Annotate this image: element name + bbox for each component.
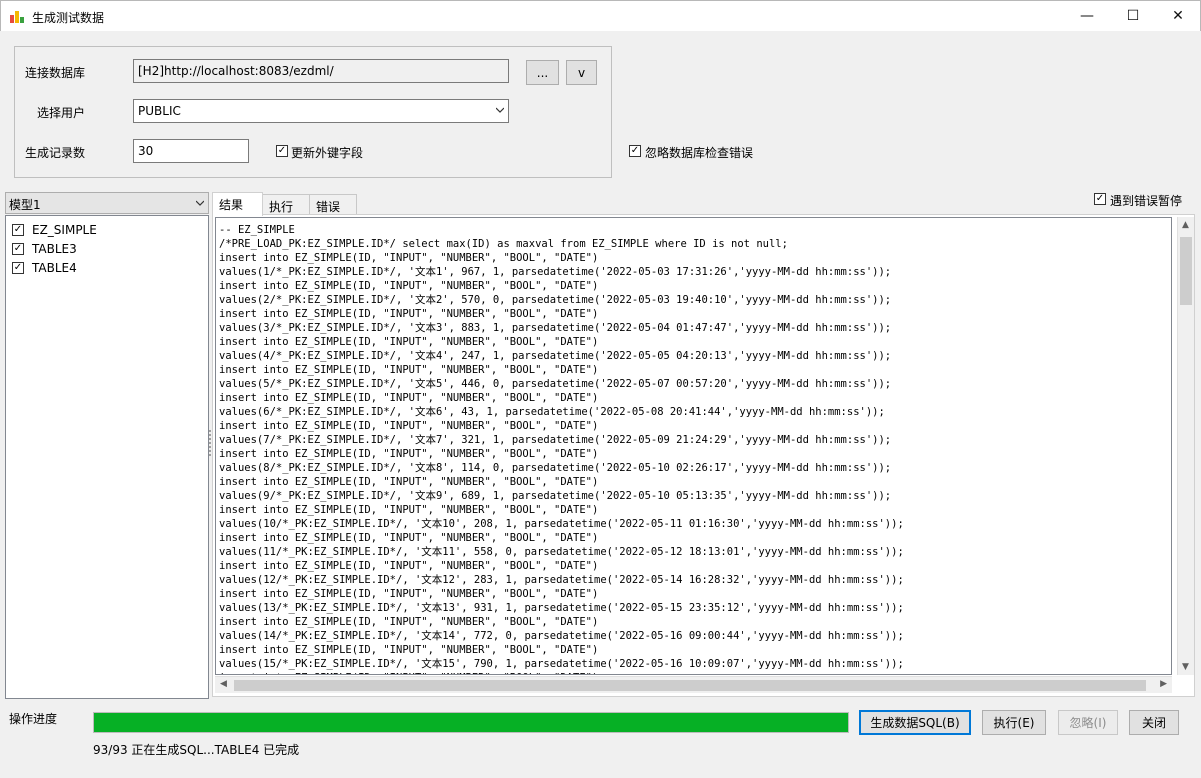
table-checklist: ✓ EZ_SIMPLE ✓ TABLE3 ✓ TABLE4 bbox=[5, 215, 209, 699]
table-checkbox[interactable]: ✓ bbox=[12, 224, 24, 236]
progress-label: 操作进度 bbox=[9, 712, 58, 726]
ignore-db-errors-checkbox[interactable]: ✓ bbox=[629, 145, 641, 157]
tab-result[interactable]: 结果 bbox=[212, 192, 263, 216]
sql-line: values(6/*_PK:EZ_SIMPLE.ID*/, '文本6', 43,… bbox=[219, 406, 885, 418]
generate-sql-button[interactable]: 生成数据SQL(B) bbox=[859, 710, 971, 735]
db-label: 连接数据库 bbox=[25, 66, 86, 80]
chevron-down-icon bbox=[496, 107, 504, 113]
scroll-thumb[interactable] bbox=[234, 680, 1146, 691]
close-window-button[interactable]: ✕ bbox=[1155, 1, 1201, 31]
table-checkbox[interactable]: ✓ bbox=[12, 262, 24, 274]
update-fk-label: 更新外键字段 bbox=[291, 146, 364, 160]
sql-line: insert into EZ_SIMPLE(ID, "INPUT", "NUMB… bbox=[219, 476, 599, 488]
tab-errors[interactable]: 错误 bbox=[309, 194, 357, 215]
ignore-button[interactable]: 忽略(I) bbox=[1058, 710, 1118, 735]
table-checkbox[interactable]: ✓ bbox=[12, 243, 24, 255]
update-fk-checkbox[interactable]: ✓ bbox=[276, 145, 288, 157]
sql-line: insert into EZ_SIMPLE(ID, "INPUT", "NUMB… bbox=[219, 616, 599, 628]
app-icon bbox=[10, 9, 24, 23]
sql-line: insert into EZ_SIMPLE(ID, "INPUT", "NUMB… bbox=[219, 671, 904, 674]
ignore-db-errors-label: 忽略数据库检查错误 bbox=[645, 146, 754, 160]
user-label: 选择用户 bbox=[37, 106, 86, 120]
user-select[interactable]: PUBLIC bbox=[133, 99, 509, 123]
check-icon: ✓ bbox=[630, 145, 640, 156]
sql-line: values(11/*_PK:EZ_SIMPLE.ID*/, '文本11', 5… bbox=[219, 546, 904, 558]
sql-line: values(7/*_PK:EZ_SIMPLE.ID*/, '文本7', 321… bbox=[219, 434, 892, 446]
title-bar: 生成测试数据 — ☐ ✕ bbox=[0, 0, 1201, 31]
vertical-scrollbar[interactable]: ▲ ▼ bbox=[1177, 217, 1194, 675]
browse-db-button[interactable]: ... bbox=[526, 60, 559, 85]
progress-fill bbox=[94, 713, 848, 732]
sql-line: values(2/*_PK:EZ_SIMPLE.ID*/, '文本2', 570… bbox=[219, 294, 892, 306]
model-select-value: 模型1 bbox=[9, 198, 41, 212]
result-panel: -- EZ_SIMPLE /*PRE_LOAD_PK:EZ_SIMPLE.ID*/… bbox=[212, 214, 1195, 697]
record-count-input[interactable]: 30 bbox=[133, 139, 249, 163]
db-url-field[interactable]: [H2]http://localhost:8083/ezdml/ bbox=[133, 59, 509, 83]
sql-output[interactable]: -- EZ_SIMPLE /*PRE_LOAD_PK:EZ_SIMPLE.ID*/… bbox=[215, 217, 1172, 675]
sql-line: insert into EZ_SIMPLE(ID, "INPUT", "NUMB… bbox=[219, 364, 599, 376]
sql-line: values(15/*_PK:EZ_SIMPLE.ID*/, '文本15', 7… bbox=[219, 658, 904, 670]
model-select[interactable]: 模型1 bbox=[5, 192, 209, 214]
execute-button[interactable]: 执行(E) bbox=[982, 710, 1046, 735]
sql-line: values(1/*_PK:EZ_SIMPLE.ID*/, '文本1', 967… bbox=[219, 266, 892, 278]
sql-line: insert into EZ_SIMPLE(ID, "INPUT", "NUMB… bbox=[219, 280, 599, 292]
sql-line: insert into EZ_SIMPLE(ID, "INPUT", "NUMB… bbox=[219, 560, 599, 572]
sql-line: insert into EZ_SIMPLE(ID, "INPUT", "NUMB… bbox=[219, 532, 599, 544]
check-icon: ✓ bbox=[277, 145, 287, 156]
check-icon: ✓ bbox=[13, 224, 23, 235]
tab-execute[interactable]: 执行 bbox=[262, 194, 310, 215]
sql-line: insert into EZ_SIMPLE(ID, "INPUT", "NUMB… bbox=[219, 308, 599, 320]
sql-text: -- EZ_SIMPLE /*PRE_LOAD_PK:EZ_SIMPLE.ID*/… bbox=[219, 223, 904, 674]
scroll-right-icon[interactable]: ▶ bbox=[1160, 679, 1167, 689]
pause-on-error-checkbox[interactable]: ✓ bbox=[1094, 193, 1106, 205]
sql-line: insert into EZ_SIMPLE(ID, "INPUT", "NUMB… bbox=[219, 588, 599, 600]
sql-line: /*PRE_LOAD_PK:EZ_SIMPLE.ID*/ select max(… bbox=[219, 238, 788, 250]
sql-line: values(12/*_PK:EZ_SIMPLE.ID*/, '文本12', 2… bbox=[219, 574, 904, 586]
sql-line: insert into EZ_SIMPLE(ID, "INPUT", "NUMB… bbox=[219, 448, 599, 460]
sql-line: values(9/*_PK:EZ_SIMPLE.ID*/, '文本9', 689… bbox=[219, 490, 892, 502]
progress-status: 93/93 正在生成SQL...TABLE4 已完成 bbox=[93, 743, 300, 757]
scroll-up-icon[interactable]: ▲ bbox=[1182, 220, 1189, 230]
scroll-left-icon[interactable]: ◀ bbox=[220, 679, 227, 689]
check-icon: ✓ bbox=[13, 243, 23, 254]
pause-on-error-label: 遇到错误暂停 bbox=[1110, 194, 1183, 208]
table-name: EZ_SIMPLE bbox=[32, 223, 97, 237]
sql-line: values(13/*_PK:EZ_SIMPLE.ID*/, '文本13', 9… bbox=[219, 602, 904, 614]
sql-line: values(14/*_PK:EZ_SIMPLE.ID*/, '文本14', 7… bbox=[219, 630, 904, 642]
maximize-button[interactable]: ☐ bbox=[1110, 1, 1156, 31]
sql-line: insert into EZ_SIMPLE(ID, "INPUT", "NUMB… bbox=[219, 644, 599, 656]
sql-line: values(8/*_PK:EZ_SIMPLE.ID*/, '文本8', 114… bbox=[219, 462, 892, 474]
scroll-thumb[interactable] bbox=[1180, 237, 1192, 305]
check-icon: ✓ bbox=[1095, 193, 1105, 204]
sql-line: insert into EZ_SIMPLE(ID, "INPUT", "NUMB… bbox=[219, 420, 599, 432]
minimize-button[interactable]: — bbox=[1064, 1, 1110, 31]
chevron-down-icon bbox=[196, 200, 204, 206]
horizontal-scrollbar[interactable]: ◀ ▶ bbox=[215, 676, 1172, 693]
progress-bar bbox=[93, 712, 849, 733]
sql-line: insert into EZ_SIMPLE(ID, "INPUT", "NUMB… bbox=[219, 252, 599, 264]
sql-line: -- EZ_SIMPLE bbox=[219, 224, 295, 236]
record-count-label: 生成记录数 bbox=[25, 146, 86, 160]
sql-line: insert into EZ_SIMPLE(ID, "INPUT", "NUMB… bbox=[219, 392, 599, 404]
sql-line: values(3/*_PK:EZ_SIMPLE.ID*/, '文本3', 883… bbox=[219, 322, 892, 334]
table-name: TABLE3 bbox=[32, 242, 77, 256]
sql-line: values(5/*_PK:EZ_SIMPLE.ID*/, '文本5', 446… bbox=[219, 378, 892, 390]
check-icon: ✓ bbox=[13, 262, 23, 273]
sql-line: values(10/*_PK:EZ_SIMPLE.ID*/, '文本10', 2… bbox=[219, 518, 904, 530]
db-dropdown-button[interactable]: v bbox=[566, 60, 597, 85]
sql-line: values(4/*_PK:EZ_SIMPLE.ID*/, '文本4', 247… bbox=[219, 350, 892, 362]
sql-line: insert into EZ_SIMPLE(ID, "INPUT", "NUMB… bbox=[219, 336, 599, 348]
window-title: 生成测试数据 bbox=[32, 11, 105, 25]
sql-line: insert into EZ_SIMPLE(ID, "INPUT", "NUMB… bbox=[219, 504, 599, 516]
table-name: TABLE4 bbox=[32, 261, 77, 275]
scroll-down-icon[interactable]: ▼ bbox=[1182, 662, 1189, 672]
user-select-value: PUBLIC bbox=[138, 104, 181, 118]
close-button[interactable]: 关闭 bbox=[1129, 710, 1179, 735]
